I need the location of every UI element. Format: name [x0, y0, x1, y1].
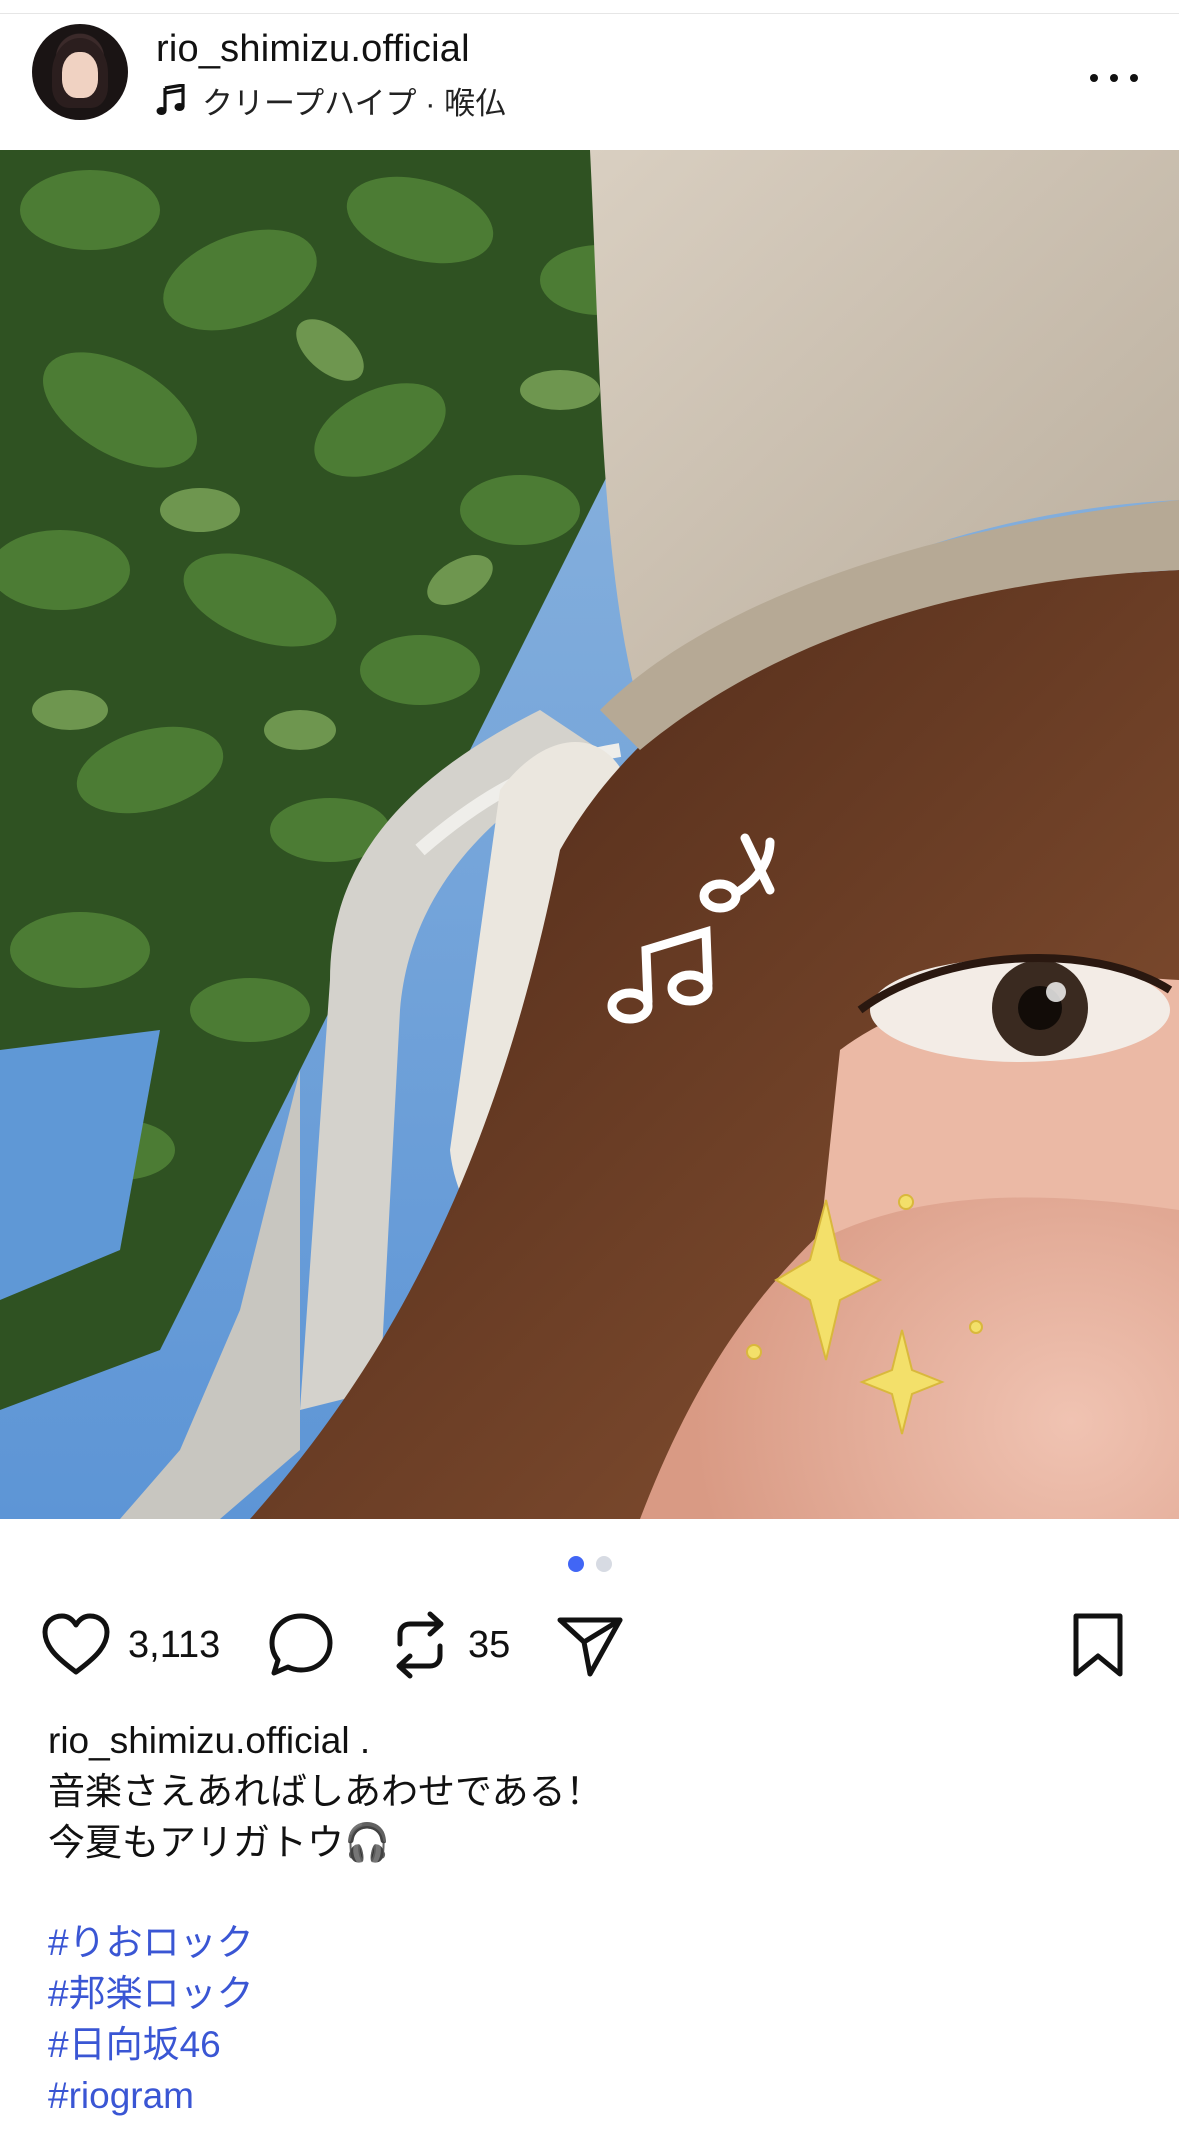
avatar-face — [62, 52, 98, 98]
repost-count[interactable]: 35 — [468, 1624, 510, 1667]
music-note-icon — [156, 84, 185, 115]
caption-username[interactable]: rio_shimizu.official — [48, 1720, 350, 1761]
like-count[interactable]: 3,113 — [128, 1624, 220, 1667]
more-horizontal-icon — [1090, 74, 1098, 82]
more-dot — [1130, 74, 1138, 82]
caption-separator: . — [359, 1720, 371, 1761]
comment-button[interactable] — [266, 1600, 336, 1690]
caption-header: rio_shimizu.official . — [48, 1715, 1138, 1766]
post-header: rio_shimizu.official クリープハイプ · 喉仏 — [0, 14, 1179, 150]
repost-icon — [396, 1611, 444, 1679]
avatar[interactable] — [32, 24, 128, 120]
send-icon — [557, 1617, 623, 1677]
more-options-button[interactable] — [1086, 58, 1142, 98]
status-divider — [0, 0, 1179, 14]
more-dot — [1110, 74, 1118, 82]
bookmark-icon — [1073, 1613, 1123, 1677]
post-photo[interactable] — [0, 150, 1179, 1519]
carousel-indicator — [0, 1556, 1179, 1574]
comment-bubble-icon — [269, 1613, 333, 1676]
music-attribution[interactable]: クリープハイプ · 喉仏 — [156, 80, 507, 121]
hashtag-link[interactable]: #りおロック — [48, 1917, 254, 1968]
photo-illustration — [0, 150, 1179, 1519]
post-username[interactable]: rio_shimizu.official — [156, 28, 470, 71]
carousel-dot-2[interactable] — [595, 1556, 612, 1572]
heart-icon — [42, 1613, 110, 1675]
action-bar: 3,113 35 — [0, 1600, 1179, 1690]
carousel-dot-1[interactable] — [567, 1556, 584, 1572]
save-button[interactable] — [1068, 1600, 1128, 1690]
caption-line-1: 音楽さえあればしあわせである！ — [48, 1771, 603, 1812]
repost-button[interactable]: 35 — [388, 1600, 510, 1690]
post-caption: rio_shimizu.official . 音楽さえあればしあわせである！ 今… — [48, 1715, 1138, 1868]
hashtag-list: #りおロック #邦楽ロック #日向坂46 #riogram — [48, 1917, 254, 2121]
hashtag-link[interactable]: #日向坂46 — [48, 2019, 254, 2070]
hashtag-link[interactable]: #邦楽ロック — [48, 1968, 254, 2019]
like-button[interactable]: 3,113 — [40, 1600, 220, 1690]
hashtag-link[interactable]: #riogram — [48, 2070, 254, 2121]
share-button[interactable] — [556, 1600, 626, 1690]
caption-line-2: 今夏もアリガトウ🎧 — [48, 1822, 391, 1863]
music-text: クリープハイプ · 喉仏 — [202, 85, 507, 121]
